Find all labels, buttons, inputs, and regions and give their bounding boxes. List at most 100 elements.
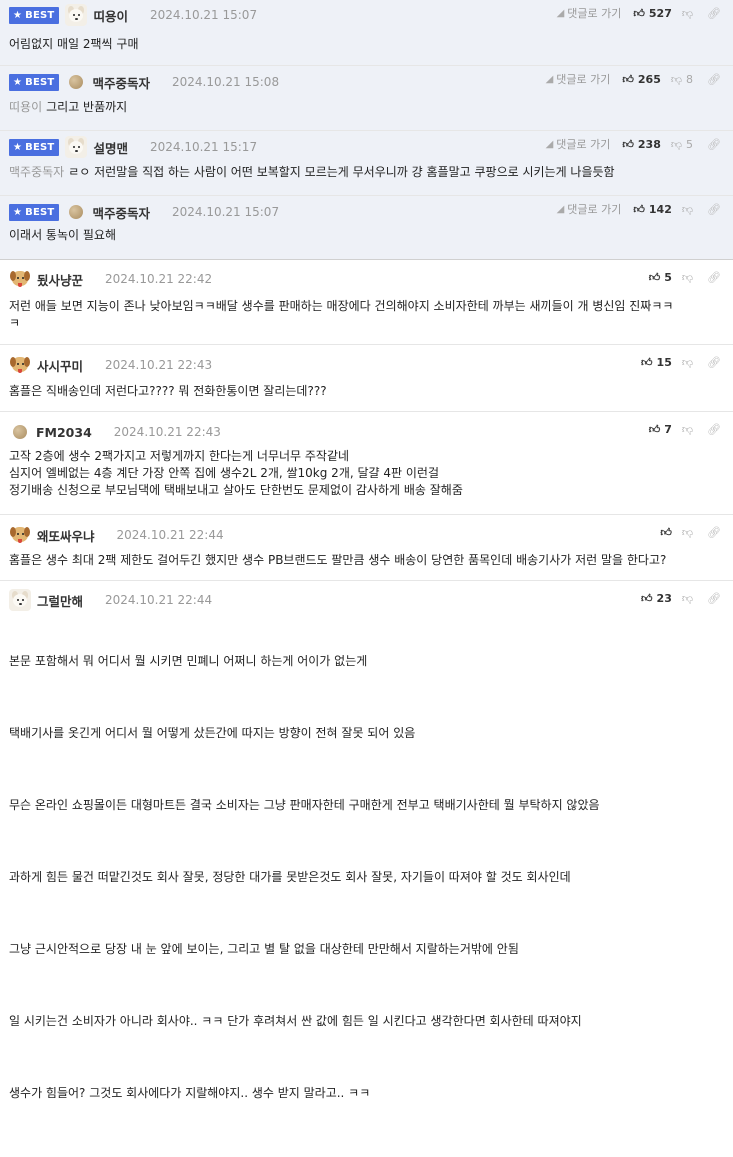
star-icon: ★ <box>13 206 23 218</box>
reply-arrow-icon: ◢ <box>545 73 554 85</box>
nickname[interactable]: 띠용이 <box>93 6 128 25</box>
thumbs-down-icon: 👎︎ <box>681 355 694 369</box>
upvote-button[interactable]: 👍︎ 265 <box>622 73 660 86</box>
reply-arrow-icon: ◢ <box>556 7 565 19</box>
link-icon[interactable]: 🔗︎ <box>707 526 721 539</box>
thumbs-down-icon: 👎︎ <box>681 202 694 216</box>
comment-date: 2024.10.21 15:07 <box>149 8 258 22</box>
downvote-button[interactable]: 👎︎ <box>682 592 693 605</box>
comment-text: 저런 애들 보면 지능이 존나 낮아보임ㅋㅋ배달 생수를 판매하는 매장에다 건… <box>9 299 674 330</box>
reply-link[interactable]: ◢ 댓글로 가기 <box>546 136 611 152</box>
thumbs-up-icon: 👍︎ <box>648 270 661 284</box>
upvote-button[interactable]: 👍︎ 7 <box>649 423 672 436</box>
downvote-button[interactable]: 👎︎ 8 <box>671 73 693 86</box>
downvote-button[interactable]: 👎︎ <box>682 271 693 284</box>
nickname[interactable]: 됬사냥꾼 <box>37 270 83 289</box>
comment-date: 2024.10.21 15:17 <box>149 140 258 154</box>
avatar[interactable] <box>9 268 31 290</box>
downvote-button[interactable]: 👎︎ <box>682 7 693 20</box>
nickname[interactable]: 그럴만해 <box>37 591 83 610</box>
best-badge: ★ BEST <box>9 203 60 221</box>
downvote-button[interactable]: 👎︎ <box>682 423 693 436</box>
comment-text: 이래서 통녹이 필요해 <box>9 228 116 242</box>
thumbs-down-icon: 👎︎ <box>670 137 683 151</box>
reply-target[interactable]: 맥주중독자 <box>9 165 64 179</box>
upvote-button[interactable]: 👍︎ 238 <box>622 138 660 151</box>
downvote-button[interactable]: 👎︎ <box>682 203 693 216</box>
best-comment: ★ BEST 설명맨 2024.10.21 15:17 ◢ 댓글로 가기 👍︎ 238… <box>0 131 733 196</box>
thumbs-up-icon: 👍︎ <box>622 72 634 86</box>
thumbs-down-icon: 👎︎ <box>681 591 694 605</box>
comment: 그럴만해 2024.10.21 22:44 👍︎ 23 👎︎ 🔗︎ 본문 포함해서… <box>0 581 733 1100</box>
reply-link[interactable]: ◢ 댓글로 가기 <box>557 5 622 21</box>
comment-paragraph: 택배기사를 옷긴게 어디서 뭘 어떻게 샀든간에 따지는 방향이 전혀 잘못 되… <box>9 726 416 740</box>
comment: 왜또싸우냐 2024.10.21 22:44 👍︎ 👎︎ 🔗︎ 홈플은 생수 최… <box>0 515 733 581</box>
thumbs-up-icon: 👍︎ <box>648 422 661 436</box>
star-icon: ★ <box>13 9 23 21</box>
link-icon[interactable]: 🔗︎ <box>707 203 721 216</box>
comment-text: 띠용이 그리고 반품까지 <box>9 100 128 114</box>
avatar[interactable] <box>65 4 88 26</box>
reply-arrow-icon: ◢ <box>545 138 554 150</box>
nickname[interactable]: 설명맨 <box>93 138 128 157</box>
link-icon[interactable]: 🔗︎ <box>707 592 721 605</box>
comment-text: 어림없지 매일 2팩씩 구매 <box>9 37 139 51</box>
upvote-button[interactable]: 👍︎ 23 <box>641 592 672 605</box>
upvote-button[interactable]: 👍︎ 15 <box>641 356 672 369</box>
reply-arrow-icon: ◢ <box>556 203 565 215</box>
downvote-button[interactable]: 👎︎ <box>682 526 693 539</box>
comment-date: 2024.10.21 22:43 <box>113 425 221 439</box>
nickname[interactable]: 왜또싸우냐 <box>37 526 95 545</box>
link-icon[interactable]: 🔗︎ <box>707 73 721 86</box>
nickname[interactable]: FM2034 <box>36 425 92 440</box>
link-icon[interactable]: 🔗︎ <box>707 423 721 436</box>
comment-text: 홈플은 생수 최대 2팩 제한도 걸어두긴 했지만 생수 PB브랜드도 팔만큼 … <box>9 553 667 567</box>
link-icon[interactable]: 🔗︎ <box>707 271 721 284</box>
avatar[interactable] <box>9 524 31 546</box>
comment-paragraph: 일 시키는건 소비자가 아니라 회사야.. ㅋㅋ 단가 후려쳐서 싼 값에 힘든… <box>9 1014 582 1028</box>
downvote-button[interactable]: 👎︎ <box>682 356 693 369</box>
thumbs-down-icon: 👎︎ <box>681 270 694 284</box>
comment-paragraph: 과하게 힘든 물건 떠맡긴것도 회사 잘못, 정당한 대가를 못받은것도 회사 … <box>9 870 571 884</box>
comment-paragraph: 무슨 온라인 쇼핑몰이든 대형마트든 결국 소비자는 그냥 판매자한테 구매한게… <box>9 798 600 812</box>
comment-text: 홈플은 직배송인데 저런다고???? 뭐 전화한통이면 잘리는데??? <box>9 384 327 398</box>
comment-paragraph: 생수가 힘들어? 그것도 회사에다가 지랄해야지.. 생수 받지 말라고.. ㅋ… <box>9 1086 371 1100</box>
avatar[interactable] <box>9 354 31 376</box>
comment-text: 맥주중독자 ㄹㅇ 저런말을 직접 하는 사람이 어떤 보복할지 모르는게 무서우니… <box>9 165 615 179</box>
thumbs-down-icon: 👎︎ <box>681 6 694 20</box>
avatar[interactable] <box>69 75 84 89</box>
thumbs-up-icon: 👍︎ <box>660 525 672 539</box>
nickname[interactable]: 사시꾸미 <box>37 356 83 375</box>
nickname[interactable]: 맥주중독자 <box>92 73 150 92</box>
comment-text: 고작 2층에 생수 2팩가지고 저렇게까지 한다는게 너무너무 주작같네 심지어… <box>9 449 463 497</box>
comment-text: 본문 포함해서 뭐 어디서 뭘 시키면 민폐니 어쩌니 하는게 어이가 없는게 … <box>9 619 724 1157</box>
thumbs-up-icon: 👍︎ <box>633 6 645 20</box>
upvote-button[interactable]: 👍︎ <box>660 526 672 539</box>
upvote-button[interactable]: 👍︎ 5 <box>649 271 672 284</box>
comment-date: 2024.10.21 15:08 <box>171 75 280 89</box>
upvote-button[interactable]: 👍︎ 527 <box>633 7 671 20</box>
upvote-button[interactable]: 👍︎ 142 <box>633 203 671 216</box>
reply-target[interactable]: 띠용이 <box>9 100 42 114</box>
avatar[interactable] <box>65 136 88 158</box>
reply-link[interactable]: ◢ 댓글로 가기 <box>557 201 622 217</box>
avatar[interactable] <box>69 205 84 219</box>
thumbs-down-icon: 👎︎ <box>670 72 683 86</box>
comment: FM2034 2024.10.21 22:43 👍︎ 7 👎︎ 🔗︎ 고작 2층에… <box>0 412 733 515</box>
link-icon[interactable]: 🔗︎ <box>707 7 721 20</box>
star-icon: ★ <box>13 76 23 88</box>
nickname[interactable]: 맥주중독자 <box>92 203 150 222</box>
downvote-button[interactable]: 👎︎ 5 <box>671 138 693 151</box>
star-icon: ★ <box>13 141 23 153</box>
thumbs-down-icon: 👎︎ <box>681 422 694 436</box>
link-icon[interactable]: 🔗︎ <box>707 138 721 151</box>
link-icon[interactable]: 🔗︎ <box>707 356 721 369</box>
avatar[interactable] <box>9 589 31 611</box>
avatar[interactable] <box>13 425 27 439</box>
comment-date: 2024.10.21 22:44 <box>116 528 224 542</box>
thumbs-up-icon: 👍︎ <box>622 137 634 151</box>
comment-date: 2024.10.21 22:44 <box>105 593 213 607</box>
reply-link[interactable]: ◢ 댓글로 가기 <box>546 71 611 87</box>
best-badge: ★ BEST <box>9 138 60 156</box>
comment-date: 2024.10.21 15:07 <box>171 205 280 219</box>
